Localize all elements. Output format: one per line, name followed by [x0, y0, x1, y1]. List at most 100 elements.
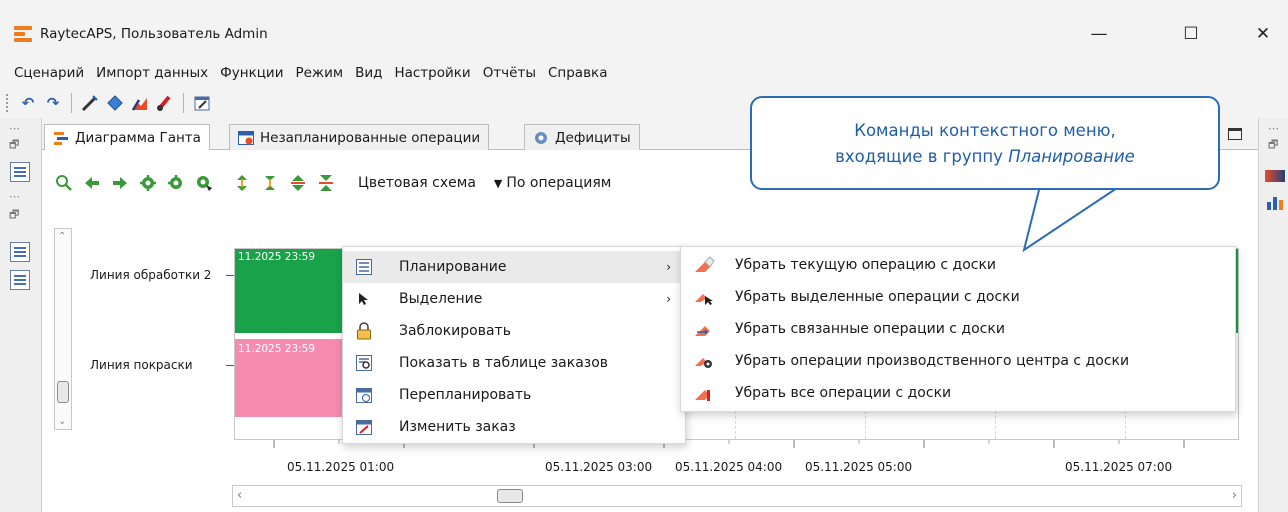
context-item-selection[interactable]: Выделение › [343, 283, 685, 315]
context-item-label: Заблокировать [399, 323, 511, 339]
row-tick [226, 275, 234, 276]
context-item-planning[interactable]: Планирование › [343, 251, 685, 283]
calendar-edit-icon [355, 418, 373, 436]
eraser-gear-icon [693, 352, 715, 370]
app-logo-icon [14, 26, 32, 42]
time-label: 05.11.2025 05:00 [805, 460, 913, 474]
callout-line-2-prefix: входящие в группу [835, 147, 1009, 166]
context-item-edit-order[interactable]: Изменить заказ [343, 411, 685, 443]
undo-icon[interactable]: ↶ [18, 93, 38, 113]
tab-deficits[interactable]: Дефициты [524, 124, 640, 150]
minimize-button[interactable]: — [1076, 20, 1122, 48]
toolbar-grip[interactable] [6, 94, 10, 112]
menu-mode[interactable]: Режим [289, 65, 349, 81]
dock-float-icon[interactable]: 🗗 [9, 206, 19, 225]
menu-settings[interactable]: Настройки [388, 65, 476, 81]
right-dock-strip: ⋯ 🗗 [1258, 118, 1288, 512]
toolbar-separator [183, 93, 184, 113]
gantt-icon [54, 132, 68, 145]
panel-list-icon[interactable] [10, 162, 30, 182]
horizontal-scroll-thumb[interactable] [497, 489, 523, 503]
eraser-cursor-icon [693, 288, 715, 306]
submenu-item-label: Убрать текущую операцию с доски [735, 257, 997, 273]
arrow-left-icon[interactable] [82, 173, 102, 193]
row-label-processing-line: Линия обработки 2 [90, 268, 212, 282]
arrow-right-icon[interactable] [110, 173, 130, 193]
row-label-painting-line: Линия покраски [90, 358, 193, 372]
title-bar: RaytecAPS, Пользователь Admin — ☐ ✕ [0, 0, 1288, 58]
menu-reports[interactable]: Отчёты [477, 65, 542, 81]
menu-view[interactable]: Вид [349, 65, 388, 81]
operation-bar-date: 11.2025 23:59 [238, 343, 316, 355]
context-item-reschedule[interactable]: Перепланировать [343, 379, 685, 411]
expand-rows-icon[interactable] [232, 173, 252, 193]
dock-float-icon[interactable]: 🗗 [9, 136, 19, 155]
restore-panel-icon[interactable] [1228, 128, 1242, 140]
time-label: 05.11.2025 07:00 [1065, 460, 1173, 474]
unplanned-ops-icon [238, 130, 254, 145]
maximize-button[interactable]: ☐ [1168, 20, 1214, 48]
scroll-down-icon[interactable]: ⌄ [58, 416, 66, 427]
color-scheme-label: Цветовая схема [358, 175, 476, 191]
dock-pin-icon[interactable]: ⋯ [9, 122, 20, 135]
menu-scenario[interactable]: Сценарий [8, 65, 90, 81]
tab-unplanned[interactable]: Незапланированные операции [229, 124, 490, 150]
tab-gantt[interactable]: Диаграмма Ганта [44, 124, 210, 151]
submenu-item-remove-workcenter[interactable]: Убрать операции производственного центра… [681, 345, 1235, 377]
zoom-icon[interactable] [54, 173, 74, 193]
operation-bar-painting[interactable]: 11.2025 23:59 [235, 339, 343, 417]
gear-clock-icon[interactable] [166, 173, 186, 193]
dock-float-icon[interactable]: 🗗 [1268, 136, 1278, 155]
panel-table-icon[interactable] [10, 270, 30, 290]
submenu-arrow-icon: › [666, 260, 671, 274]
gear-green-icon[interactable] [138, 173, 158, 193]
red-brush-icon[interactable] [155, 93, 175, 113]
expand-all-icon[interactable] [288, 173, 308, 193]
schedule-diamond-icon[interactable] [105, 93, 125, 113]
bar-chart-icon[interactable] [1265, 194, 1285, 210]
gear-cursor-icon[interactable] [194, 173, 214, 193]
eraser-linked-icon [693, 320, 715, 338]
callout-line-1: Команды контекстного меню, [854, 121, 1116, 140]
lock-icon [355, 322, 373, 340]
context-item-show-in-orders[interactable]: Показать в таблице заказов [343, 347, 685, 379]
menu-bar: Сценарий Импорт данных Функции Режим Вид… [0, 58, 1288, 88]
context-menu: Планирование › Выделение › Заблокировать… [342, 246, 686, 444]
submenu-item-remove-selected[interactable]: Убрать выделенные операции с доски [681, 281, 1235, 313]
scroll-right-icon[interactable]: › [1232, 488, 1237, 503]
collapse-rows-icon[interactable] [260, 173, 280, 193]
chart-brush-icon[interactable] [130, 93, 150, 113]
calendar-clock-icon [355, 386, 373, 404]
calendar-edit-icon[interactable] [192, 93, 212, 113]
callout-line-2-emphasis: Планирование [1008, 147, 1135, 166]
submenu-item-remove-current[interactable]: Убрать текущую операцию с доски [681, 249, 1235, 281]
menu-functions[interactable]: Функции [214, 65, 289, 81]
row-tick [226, 365, 234, 366]
main-toolbar: ↶ ↷ [0, 88, 300, 118]
submenu-item-remove-all[interactable]: Убрать все операции с доски [681, 377, 1235, 409]
vertical-scroll-thumb[interactable] [57, 381, 69, 403]
close-button[interactable]: ✕ [1240, 20, 1286, 48]
scroll-up-icon[interactable]: ⌃ [58, 231, 66, 242]
rows-vertical-scrollbar[interactable]: ⌃ ⌄ [54, 228, 72, 430]
submenu-item-label: Убрать операции производственного центра… [735, 353, 1130, 369]
submenu-item-remove-linked[interactable]: Убрать связанные операции с доски [681, 313, 1235, 345]
chart-brush-icon[interactable] [1265, 170, 1285, 182]
context-item-label: Показать в таблице заказов [399, 355, 609, 371]
menu-import[interactable]: Импорт данных [90, 65, 214, 81]
planning-submenu: Убрать текущую операцию с доски Убрать в… [680, 246, 1236, 412]
dock-pin-icon[interactable]: ⋯ [9, 190, 20, 203]
menu-help[interactable]: Справка [542, 65, 613, 81]
collapse-all-icon[interactable] [316, 173, 336, 193]
dock-pin-icon[interactable]: ⋯ [1268, 122, 1279, 135]
time-label: 05.11.2025 04:00 [675, 460, 783, 474]
callout-pointer [1022, 186, 1121, 253]
eraser-all-icon [693, 384, 715, 402]
context-item-lock[interactable]: Заблокировать [343, 315, 685, 347]
redo-icon[interactable]: ↷ [43, 93, 63, 113]
scroll-left-icon[interactable]: ‹ [237, 488, 242, 503]
timeline-horizontal-scrollbar[interactable]: ‹ › [232, 485, 1242, 507]
panel-edit-icon[interactable] [10, 242, 30, 262]
edit-wand-icon[interactable] [80, 93, 100, 113]
color-scheme-select[interactable]: ▼ По операциям [494, 175, 611, 191]
